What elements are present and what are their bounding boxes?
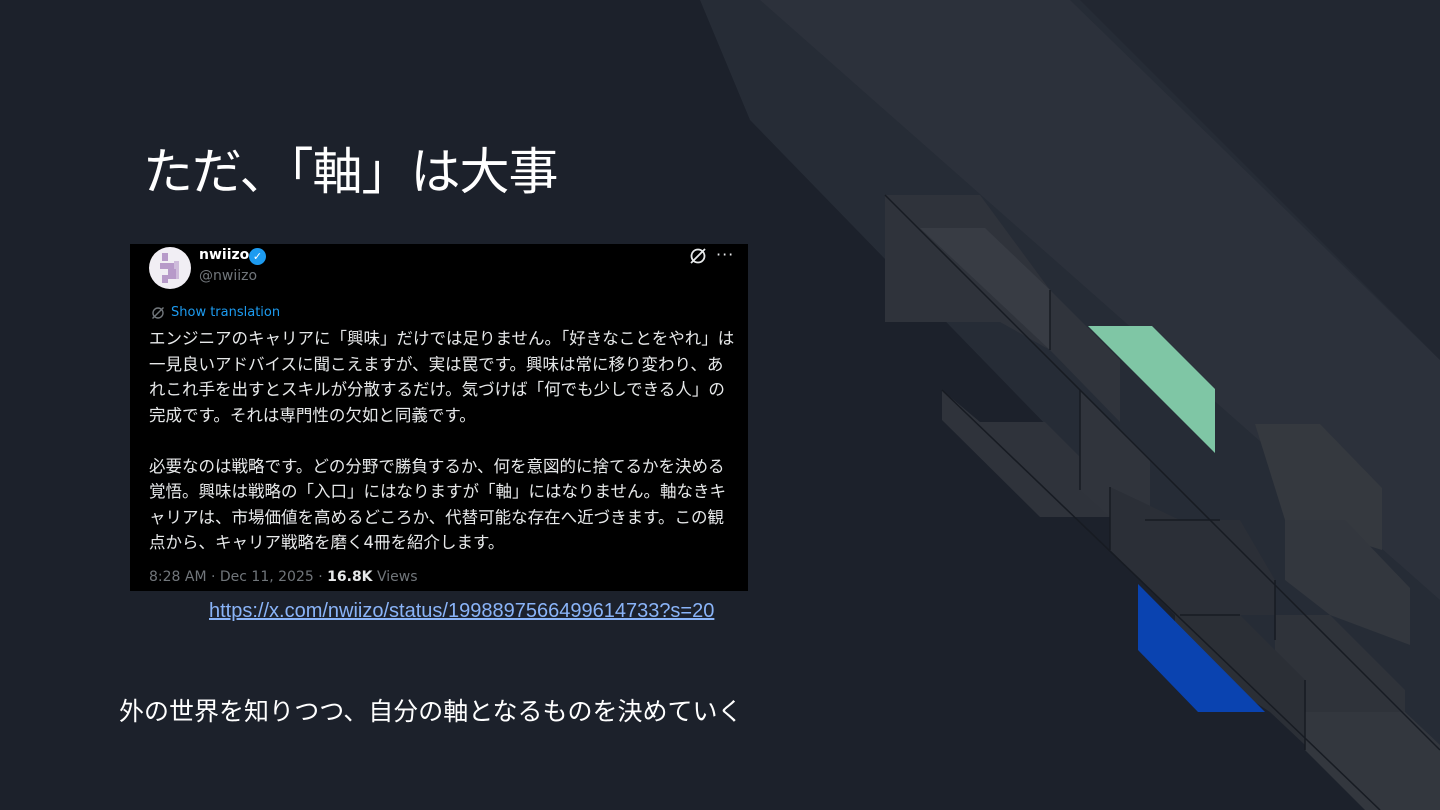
verified-badge-icon: ✓ xyxy=(249,248,266,265)
tweet-author-handle[interactable]: @nwiizo xyxy=(199,268,257,284)
tweet-paragraph: エンジニアのキャリアに「興味」だけでは足りません。「好きなことをやれ」は一見良い… xyxy=(149,329,735,425)
tweet-link[interactable]: https://x.com/nwiizo/status/199889756649… xyxy=(209,600,714,623)
views-label: Views xyxy=(372,569,418,585)
tweet-paragraph: 必要なのは戦略です。どの分野で勝負するか、何を意図的に捨てるかを決める覚悟。興味… xyxy=(149,456,727,553)
avatar[interactable] xyxy=(149,247,191,289)
slide-caption: 外の世界を知りつつ、自分の軸となるものを決めていく xyxy=(119,697,743,726)
tweet-meta: 8:28 AM · Dec 11, 2025 · 16.8K Views xyxy=(149,569,418,585)
show-translation-label: Show translation xyxy=(171,305,281,320)
view-count: 16.8K xyxy=(327,569,373,585)
translate-icon xyxy=(152,306,164,319)
tweet-body: エンジニアのキャリアに「興味」だけでは足りません。「好きなことをやれ」は一見良い… xyxy=(149,326,739,556)
tweet-author-name[interactable]: nwiizo xyxy=(199,247,249,263)
slide-title: ただ、「軸」は大事 xyxy=(143,143,558,201)
tweet-timestamp[interactable]: 8:28 AM · Dec 11, 2025 · xyxy=(149,569,327,585)
grok-icon[interactable] xyxy=(689,247,707,265)
more-icon[interactable]: ··· xyxy=(716,245,734,264)
show-translation-button[interactable]: Show translation xyxy=(151,305,280,320)
tweet-embed[interactable]: nwiizo ✓ @nwiizo ··· Show translation エン… xyxy=(130,244,748,591)
